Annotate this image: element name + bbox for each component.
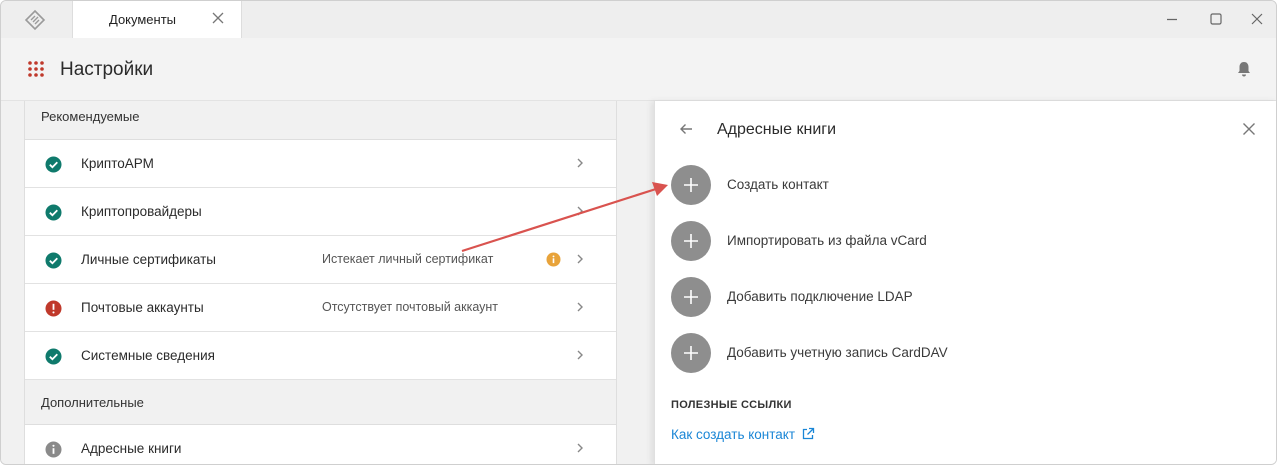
settings-row-mail-accounts[interactable]: Почтовые аккаунты Отсутствует почтовый а… bbox=[25, 284, 616, 332]
plus-icon bbox=[684, 290, 698, 304]
check-circle-icon bbox=[45, 204, 62, 221]
plus-circle[interactable] bbox=[671, 165, 711, 205]
title-bar: Документы bbox=[1, 1, 1276, 38]
add-ldap-button[interactable]: Добавить подключение LDAP bbox=[671, 277, 1231, 317]
row-label: Криптопровайдеры bbox=[81, 204, 202, 219]
arrow-left-icon[interactable] bbox=[678, 121, 694, 137]
row-status: Истекает личный сертификат bbox=[322, 252, 494, 266]
window-close-icon[interactable] bbox=[1249, 11, 1265, 27]
action-label: Добавить подключение LDAP bbox=[727, 289, 913, 304]
plus-circle[interactable] bbox=[671, 333, 711, 373]
settings-list: Рекомендуемые КриптоАРМ Криптопровайдеры bbox=[24, 101, 617, 464]
section-recommended: Рекомендуемые bbox=[25, 101, 616, 140]
chevron-right-icon bbox=[577, 350, 583, 360]
settings-row-personal-certificates[interactable]: Личные сертификаты Истекает личный серти… bbox=[25, 236, 616, 284]
settings-row-cryptoproviders[interactable]: Криптопровайдеры bbox=[25, 188, 616, 236]
action-label: Создать контакт bbox=[727, 177, 829, 192]
row-status: Отсутствует почтовый аккаунт bbox=[322, 300, 499, 314]
diamond-logo-icon[interactable] bbox=[23, 9, 47, 31]
address-books-panel: Адресные книги Создать контакт Импортиро… bbox=[654, 101, 1276, 464]
page-title: Настройки bbox=[60, 59, 154, 80]
maximize-icon[interactable] bbox=[1208, 11, 1224, 27]
warning-info-icon bbox=[546, 252, 561, 267]
plus-circle[interactable] bbox=[671, 277, 711, 317]
check-circle-icon bbox=[45, 156, 62, 173]
chevron-right-icon bbox=[577, 206, 583, 216]
grid-dots-icon[interactable] bbox=[27, 60, 45, 78]
close-icon[interactable] bbox=[1242, 122, 1256, 136]
row-label: Адресные книги bbox=[81, 441, 182, 456]
row-label: Личные сертификаты bbox=[81, 252, 216, 267]
plus-icon bbox=[684, 234, 698, 248]
tab-label: Документы bbox=[109, 12, 177, 27]
row-label: Почтовые аккаунты bbox=[81, 300, 204, 315]
plus-icon bbox=[684, 178, 698, 192]
settings-row-cryptoarm[interactable]: КриптоАРМ bbox=[25, 140, 616, 188]
chevron-right-icon bbox=[577, 443, 583, 453]
row-label: Системные сведения bbox=[81, 348, 215, 363]
plus-icon bbox=[684, 346, 698, 360]
info-circle-icon bbox=[45, 441, 62, 458]
action-label: Добавить учетную запись CardDAV bbox=[727, 345, 948, 360]
error-circle-icon bbox=[45, 300, 62, 317]
chevron-right-icon bbox=[577, 158, 583, 168]
app-window: Документы Настройки Рекомендуемые Крипто… bbox=[0, 0, 1277, 465]
useful-links-heading: ПОЛЕЗНЫЕ ССЫЛКИ bbox=[671, 399, 792, 411]
link-how-to-create-contact[interactable]: Как создать контакт bbox=[671, 427, 815, 442]
check-circle-icon bbox=[45, 252, 62, 269]
chevron-right-icon bbox=[577, 254, 583, 264]
row-label: КриптоАРМ bbox=[81, 156, 154, 171]
tab-close-icon[interactable] bbox=[211, 11, 225, 25]
bell-icon[interactable] bbox=[1235, 60, 1253, 78]
import-vcard-button[interactable]: Импортировать из файла vCard bbox=[671, 221, 1231, 261]
check-circle-icon bbox=[45, 348, 62, 365]
tab-documents[interactable]: Документы bbox=[72, 1, 242, 38]
add-carddav-button[interactable]: Добавить учетную запись CardDAV bbox=[671, 333, 1231, 373]
minimize-icon[interactable] bbox=[1164, 11, 1180, 27]
panel-title: Адресные книги bbox=[717, 121, 837, 138]
plus-circle[interactable] bbox=[671, 221, 711, 261]
create-contact-button[interactable]: Создать контакт bbox=[671, 165, 1231, 205]
link-label: Как создать контакт bbox=[671, 427, 796, 442]
external-link-icon bbox=[802, 427, 815, 440]
action-label: Импортировать из файла vCard bbox=[727, 233, 927, 248]
settings-row-system-info[interactable]: Системные сведения bbox=[25, 332, 616, 380]
app-header: Настройки bbox=[1, 38, 1276, 101]
section-additional: Дополнительные bbox=[25, 380, 616, 425]
chevron-right-icon bbox=[577, 302, 583, 312]
settings-row-address-books[interactable]: Адресные книги bbox=[25, 425, 616, 464]
